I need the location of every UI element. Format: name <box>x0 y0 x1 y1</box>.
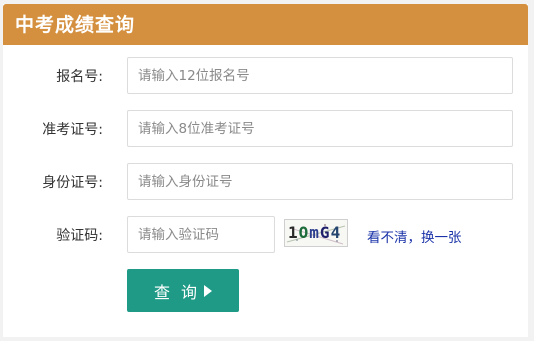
id-number-label: 身份证号: <box>42 175 103 191</box>
id-number-input[interactable] <box>127 163 513 200</box>
exam-number-label: 报名号: <box>56 69 103 85</box>
admission-number-label: 准考证号: <box>42 122 103 138</box>
captcha-image[interactable]: 1OmG4 <box>284 219 348 247</box>
query-button-label: 查 询 <box>153 282 201 302</box>
captcha-input[interactable] <box>127 216 275 253</box>
refresh-captcha-link[interactable]: 看不清，换一张 <box>367 229 462 247</box>
panel-header: 中考成绩查询 <box>3 4 528 45</box>
admission-number-input[interactable] <box>127 110 513 147</box>
query-panel: 中考成绩查询 报名号: 准考证号: 身份证号: 验证码: 1OmG4 看不清，换… <box>3 4 528 337</box>
captcha-label: 验证码: <box>56 228 103 244</box>
play-arrow-icon <box>204 284 213 297</box>
query-button[interactable]: 查 询 <box>127 269 239 312</box>
page-title: 中考成绩查询 <box>15 14 136 36</box>
captcha-text: 1OmG4 <box>288 223 342 242</box>
exam-number-input[interactable] <box>127 57 513 94</box>
